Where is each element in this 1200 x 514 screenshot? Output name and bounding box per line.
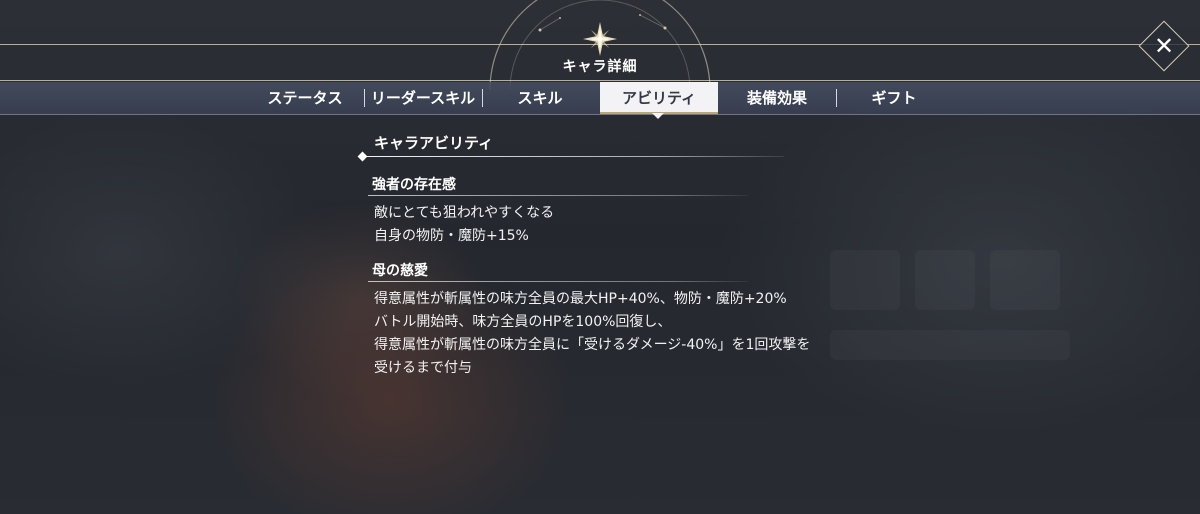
ability-description-line: 敵にとても狙われやすくなる [374, 205, 555, 221]
ability-description-line: 得意属性が斬属性の味方全員の最大HP+40%、物防・魔防+20% [374, 291, 787, 307]
compass-star-icon [583, 22, 617, 56]
tab-ability[interactable]: アビリティ [600, 82, 718, 114]
title-rule [364, 156, 784, 157]
ability-rule [368, 281, 748, 282]
ability-description-line: 得意属性が斬属性の味方全員に「受けるダメージ-40%」を1回攻撃を [374, 337, 811, 353]
tab-gift[interactable]: ギフト [846, 82, 942, 114]
ability-rule [368, 195, 748, 196]
ability-name: 母の慈愛 [372, 263, 428, 279]
ability-name: 強者の存在感 [372, 177, 456, 193]
ability-description-line: 受けるまで付与 [374, 360, 472, 376]
tab-equipment-effect[interactable]: 装備効果 [726, 82, 828, 114]
section-title: キャラアビリティ [374, 134, 494, 152]
ability-description-line: バトル開始時、味方全員のHPを100%回復し、 [374, 314, 672, 330]
tab-leader-skill[interactable]: リーダースキル [366, 82, 480, 114]
ability-description-line: 自身の物防・魔防+15% [374, 228, 529, 244]
tab-status[interactable]: ステータス [250, 82, 360, 114]
tab-bar: ステータス リーダースキル スキル アビリティ 装備効果 ギフト [0, 82, 1200, 115]
page-title: キャラ詳細 [562, 59, 638, 75]
tab-separator [364, 89, 365, 107]
tab-skill[interactable]: スキル [490, 82, 590, 114]
active-tab-pointer [652, 113, 664, 119]
header-bar: キャラ詳細 ✕ [0, 0, 1200, 91]
close-icon[interactable]: ✕ [1146, 28, 1182, 64]
tab-separator [836, 89, 837, 107]
tab-separator [482, 89, 483, 107]
